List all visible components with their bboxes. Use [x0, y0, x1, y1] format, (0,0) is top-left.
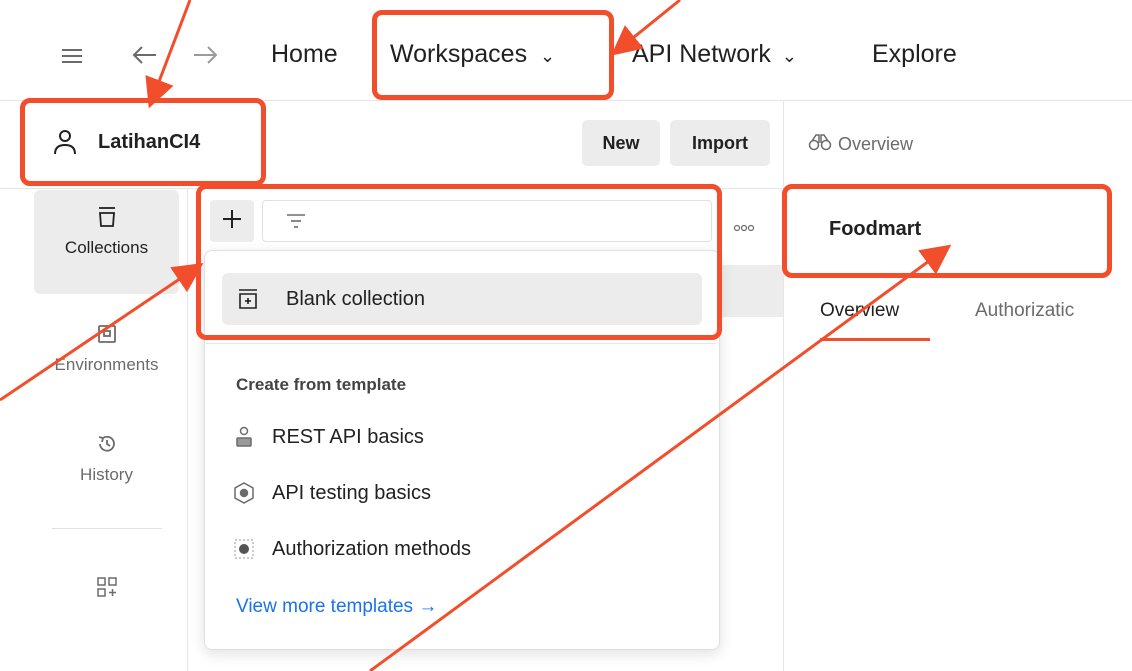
- binoculars-icon: [808, 132, 832, 157]
- tab-authorization[interactable]: Authorizatic: [975, 300, 1074, 322]
- sidebar-item-history[interactable]: History: [34, 432, 179, 485]
- forward-arrow-icon[interactable]: [190, 43, 220, 72]
- highlight-box-add-collection: [196, 184, 722, 340]
- overview-tab-header[interactable]: Overview: [808, 132, 913, 157]
- square-dot-icon: [232, 537, 256, 561]
- highlight-box-workspaces: [372, 10, 614, 100]
- panel-divider: [783, 100, 784, 671]
- import-button[interactable]: Import: [670, 120, 770, 166]
- template-authorization-methods[interactable]: Authorization methods: [232, 537, 471, 561]
- sidebar-item-environments[interactable]: Environments: [34, 322, 179, 375]
- tab-overview-underline: [820, 338, 930, 341]
- history-icon: [95, 432, 119, 461]
- sidebar-item-label: Collections: [64, 238, 149, 257]
- nav-home[interactable]: Home: [271, 40, 338, 69]
- sidebar-item-label: Environments: [54, 355, 159, 374]
- chevron-down-icon: ⌄: [781, 46, 797, 66]
- overview-tab-label: Overview: [838, 134, 914, 154]
- nav-explore[interactable]: Explore: [872, 40, 957, 69]
- nav-api-network[interactable]: API Network ⌄: [632, 40, 797, 69]
- hamburger-menu-icon[interactable]: [60, 47, 84, 70]
- add-widgets-icon[interactable]: [95, 575, 119, 604]
- collection-row-highlight: [720, 265, 783, 317]
- sidebar-divider: [187, 190, 188, 671]
- hexagon-gear-icon: [232, 481, 256, 505]
- view-more-templates-link[interactable]: View more templates →: [236, 596, 437, 618]
- user-api-icon: [232, 425, 256, 449]
- collections-icon: [95, 205, 119, 234]
- template-section-header: Create from template: [236, 375, 407, 394]
- new-button[interactable]: New: [582, 120, 660, 166]
- highlight-box-foodmart: [782, 184, 1112, 278]
- sidebar-item-label: History: [80, 465, 133, 484]
- template-label: REST API basics: [272, 425, 424, 448]
- more-options-icon[interactable]: [733, 219, 755, 237]
- sidebar-section-divider: [52, 528, 162, 529]
- template-label: Authorization methods: [272, 537, 472, 560]
- template-api-testing-basics[interactable]: API testing basics: [232, 481, 431, 505]
- nav-api-network-label: API Network: [632, 40, 771, 68]
- tab-overview[interactable]: Overview: [820, 300, 899, 322]
- template-rest-api-basics[interactable]: REST API basics: [232, 425, 424, 449]
- environments-icon: [95, 322, 119, 351]
- template-label: API testing basics: [272, 481, 431, 504]
- highlight-box-workspace-name: [20, 98, 266, 186]
- back-arrow-icon[interactable]: [130, 43, 160, 72]
- dropdown-divider: [206, 343, 716, 344]
- sidebar-item-collections[interactable]: Collections: [34, 205, 179, 258]
